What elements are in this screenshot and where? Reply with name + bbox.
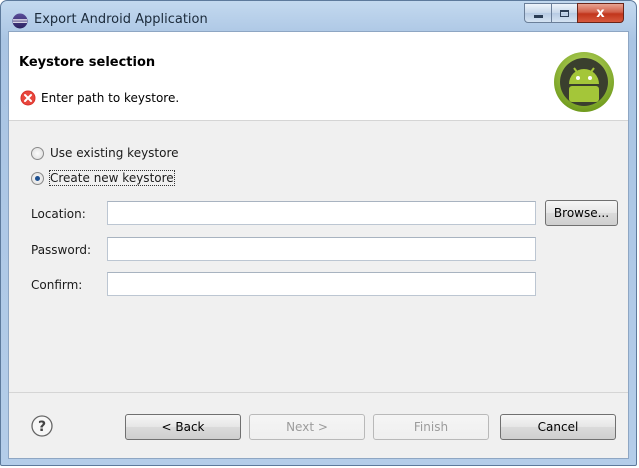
dialog-client-area: Keystore selection Enter path to keystor… (8, 31, 629, 459)
wizard-header: Keystore selection Enter path to keystor… (9, 32, 628, 121)
confirm-label: Confirm: (31, 278, 83, 292)
maximize-icon (560, 9, 569, 17)
password-label: Password: (31, 243, 92, 257)
close-button[interactable]: x (577, 3, 624, 23)
radio-dot (35, 175, 40, 181)
radio-create-new[interactable]: Create new keystore (31, 170, 175, 186)
radio-label: Use existing keystore (50, 146, 179, 160)
android-logo (554, 52, 614, 112)
dialog-window: Export Android Application x Keystore se… (0, 0, 637, 466)
radio-button[interactable] (31, 171, 44, 185)
password-field[interactable] (107, 237, 536, 261)
svg-text:?: ? (38, 419, 46, 435)
footer-separator (9, 392, 628, 393)
next-button[interactable]: Next > (249, 414, 365, 440)
status-message: Enter path to keystore. (41, 91, 180, 105)
browse-button[interactable]: Browse... (545, 200, 618, 226)
maximize-button[interactable] (551, 3, 578, 23)
minimize-icon (533, 14, 543, 18)
eclipse-icon (12, 13, 28, 29)
back-button[interactable]: < Back (125, 414, 241, 440)
cancel-button[interactable]: Cancel (500, 414, 616, 440)
page-title: Keystore selection (19, 55, 156, 70)
confirm-field[interactable] (107, 272, 536, 296)
radio-label: Create new keystore (49, 170, 175, 186)
window-title: Export Android Application (34, 12, 208, 27)
radio-use-existing[interactable]: Use existing keystore (31, 146, 179, 160)
location-label: Location: (31, 207, 86, 221)
help-icon[interactable]: ? (31, 415, 53, 437)
error-icon (20, 90, 36, 106)
location-field[interactable] (107, 201, 536, 225)
finish-button[interactable]: Finish (373, 414, 489, 440)
minimize-button[interactable] (524, 3, 552, 23)
close-icon: x (596, 5, 605, 21)
radio-button[interactable] (31, 146, 44, 160)
